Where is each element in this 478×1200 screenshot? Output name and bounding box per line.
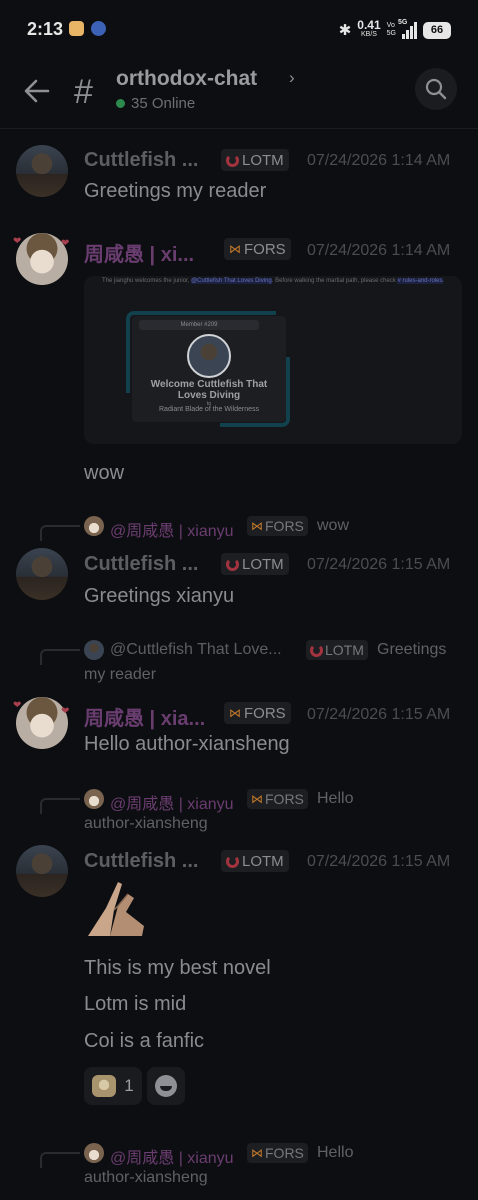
status-bar: 2:13 ✱ 0.41 KB/S Vo 5G 5G 66 — [0, 0, 478, 60]
butterfly-icon: ⋈ — [251, 1146, 263, 1160]
timestamp: 07/24/2026 1:15 AM — [307, 556, 451, 573]
reply-author[interactable]: @周咸愚 | xianyu — [110, 790, 234, 814]
role-tag[interactable]: LOTM — [221, 553, 289, 575]
bluetooth-icon: ✱ — [338, 22, 352, 39]
channel-mention[interactable]: # rules-and-roles — [397, 278, 443, 284]
reply-text-continuation[interactable]: author-xiansheng — [84, 1169, 208, 1187]
butterfly-icon: ⋈ — [229, 706, 241, 720]
message-author[interactable]: Cuttlefish ... — [84, 553, 198, 576]
reply-connector — [40, 649, 80, 665]
reply-author[interactable]: @Cuttlefish That Love... — [110, 641, 282, 659]
message-text: Lotm is mid — [84, 993, 187, 1015]
channel-name[interactable]: orthodox-chat — [116, 67, 257, 91]
avatar[interactable] — [16, 548, 68, 600]
lotm-icon — [310, 643, 323, 657]
folded-hands-emoji — [88, 882, 144, 936]
welcome-embed[interactable]: The jianghu welcomes the junior, @Cuttle… — [84, 276, 462, 444]
arrow-left-icon[interactable] — [22, 76, 52, 106]
heart-icon: ❤ — [61, 706, 70, 717]
reply-role-tag: LOTM — [306, 640, 368, 660]
message-text: Greetings my reader — [84, 180, 267, 202]
avatar[interactable] — [16, 845, 68, 897]
reply-role-tag: ⋈ FORS — [247, 516, 308, 536]
reply-text-continuation[interactable]: my reader — [84, 666, 156, 684]
moon-notification-icon — [91, 21, 106, 36]
volte-indicator: Vo 5G — [386, 22, 396, 37]
message-text: Hello author-xiansheng — [84, 733, 290, 755]
role-tag[interactable]: LOTM — [221, 850, 289, 872]
message-author[interactable]: 周咸愚 | xia... — [84, 702, 205, 731]
reply-text-continuation[interactable]: author-xiansheng — [84, 815, 208, 833]
timestamp: 07/24/2026 1:14 AM — [307, 152, 451, 169]
reply-avatar — [84, 640, 104, 660]
online-count: 35 Online — [116, 95, 195, 112]
reply-connector — [40, 1152, 80, 1168]
reply-connector — [40, 525, 80, 541]
role-tag[interactable]: LOTM — [221, 149, 289, 171]
search-icon — [425, 78, 447, 100]
reaction-chip[interactable]: 1 — [84, 1067, 142, 1105]
message-author[interactable]: 周咸愚 | xi... — [84, 238, 194, 267]
cat-emoji — [92, 1075, 117, 1097]
signal-icon: 5G — [398, 19, 417, 39]
reply-author[interactable]: @周咸愚 | xianyu — [110, 517, 234, 541]
heart-icon: ❤ — [61, 238, 70, 249]
welcome-avatar — [187, 334, 231, 378]
reply-avatar — [84, 1143, 104, 1163]
user-mention[interactable]: @Cuttlefish That Loves Diving — [191, 278, 272, 284]
welcome-title: Welcome Cuttlefish That Loves Diving — [150, 379, 268, 401]
reply-text[interactable]: Greetings — [377, 641, 446, 659]
avatar[interactable] — [16, 697, 68, 749]
status-time: 2:13 — [27, 19, 64, 39]
message-text: This is my best novel — [84, 957, 271, 979]
chevron-right-icon[interactable]: › — [289, 68, 295, 88]
lotm-icon — [226, 153, 239, 167]
role-tag[interactable]: ⋈ FORS — [224, 702, 291, 724]
reply-text[interactable]: Hello — [317, 790, 353, 808]
search-button[interactable] — [415, 68, 457, 110]
butterfly-icon: ⋈ — [251, 792, 263, 806]
reply-role-tag: ⋈ FORS — [247, 1143, 308, 1163]
role-tag[interactable]: ⋈ FORS — [224, 238, 291, 260]
battery-icon: 66 — [423, 21, 451, 39]
hash-icon: # — [74, 73, 93, 111]
reply-text[interactable]: wow — [317, 517, 349, 535]
embed-description: The jianghu welcomes the junior, @Cuttle… — [102, 278, 445, 284]
butterfly-icon: ⋈ — [229, 242, 241, 256]
avatar[interactable] — [16, 145, 68, 197]
status-indicators: ✱ 0.41 KB/S Vo 5G 5G 66 — [339, 19, 451, 41]
reply-avatar — [84, 516, 104, 536]
add-reaction-button[interactable] — [147, 1067, 185, 1105]
message-author[interactable]: Cuttlefish ... — [84, 149, 198, 172]
reaction-count: 1 — [124, 1076, 134, 1095]
message-text: wow — [84, 462, 125, 484]
lotm-icon — [226, 854, 239, 868]
message-text: Coi is a fanfic — [84, 1030, 205, 1052]
reply-author[interactable]: @周咸愚 | xianyu — [110, 1144, 234, 1168]
message-author[interactable]: Cuttlefish ... — [84, 850, 198, 873]
heart-icon: ❤ — [13, 236, 22, 247]
server-name: Radiant Blade of the Wilderness — [159, 406, 259, 413]
heart-icon: ❤ — [13, 700, 22, 711]
reply-text[interactable]: Hello — [317, 1144, 353, 1162]
add-reaction-icon — [155, 1075, 177, 1097]
member-number: Member #209 — [139, 320, 259, 330]
reply-connector — [40, 798, 80, 814]
online-dot — [116, 99, 125, 108]
timestamp: 07/24/2026 1:15 AM — [307, 706, 451, 723]
timestamp: 07/24/2026 1:14 AM — [307, 242, 451, 259]
timestamp: 07/24/2026 1:15 AM — [307, 853, 451, 870]
network-speed: 0.41 KB/S — [357, 18, 381, 38]
header-divider — [0, 128, 478, 129]
message-text: Greetings xianyu — [84, 585, 235, 607]
butterfly-icon: ⋈ — [251, 519, 263, 533]
reply-avatar — [84, 789, 104, 809]
app-notification-icon — [69, 21, 84, 36]
lotm-icon — [226, 557, 239, 571]
reply-role-tag: ⋈ FORS — [247, 789, 308, 809]
channel-header: # orthodox-chat › 35 Online — [0, 60, 478, 128]
